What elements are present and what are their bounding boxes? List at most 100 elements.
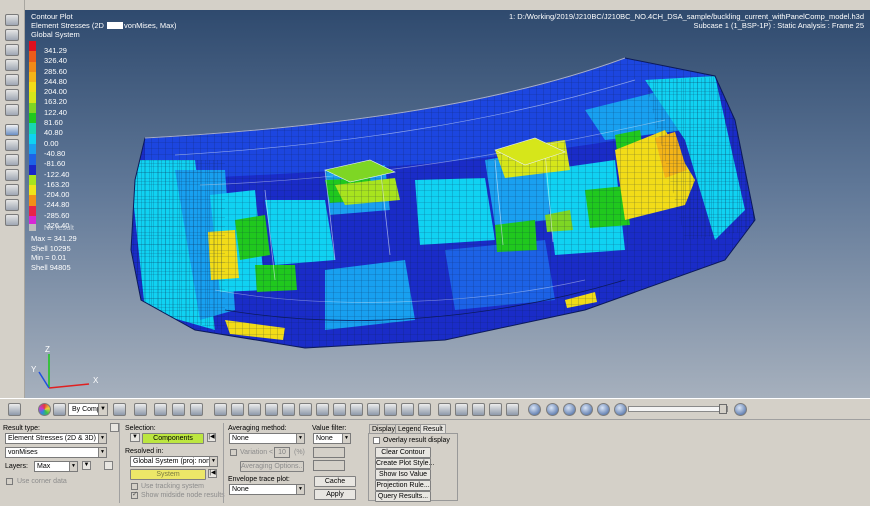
contour-tool-icon[interactable] <box>8 403 21 416</box>
legend-swatch <box>29 51 36 62</box>
resolved-in-select[interactable]: Global System (proj: none) ▼ <box>130 456 218 467</box>
legend-value: -40.80 <box>44 148 66 158</box>
query-results-button[interactable]: Query Results... <box>375 491 431 502</box>
mesh-mode-icon[interactable] <box>113 403 126 416</box>
result-browser-icon[interactable] <box>489 403 502 416</box>
model-info-icon[interactable] <box>472 403 485 416</box>
tracking-icon[interactable] <box>350 403 363 416</box>
component-display-select[interactable]: By Comp ▼ <box>68 403 108 416</box>
vector-plot-icon[interactable] <box>265 403 278 416</box>
selection-mode-dropdown[interactable]: ▼ <box>130 433 140 442</box>
display-monitor-icon[interactable] <box>5 104 19 116</box>
overlay-result-label: Overlay result display <box>383 437 450 444</box>
chevron-down-icon: ▼ <box>98 404 107 415</box>
iso-value-icon[interactable] <box>299 403 312 416</box>
load-results-icon[interactable] <box>5 29 19 41</box>
print-icon[interactable] <box>5 59 19 71</box>
value-filter-select[interactable]: None ▼ <box>313 433 351 444</box>
view-controls-icon[interactable] <box>5 124 19 136</box>
find-entity-icon[interactable] <box>5 214 19 226</box>
animation-settings-icon[interactable] <box>734 403 747 416</box>
averaging-method-select[interactable]: None ▼ <box>229 433 305 444</box>
reset-selection-icon[interactable]: |◀ <box>207 433 216 442</box>
display-mode-icon[interactable] <box>53 403 66 416</box>
eye-visibility-icon[interactable] <box>5 139 19 151</box>
system-button[interactable]: System <box>130 469 206 480</box>
no-result-swatch <box>29 224 36 231</box>
variation-checkbox[interactable] <box>230 449 237 456</box>
show-iso-value-button[interactable]: Show Iso Value <box>375 469 431 480</box>
measure-icon[interactable] <box>333 403 346 416</box>
graphics-viewport[interactable]: Contour Plot Element Stresses (2D vonMis… <box>25 10 870 398</box>
use-tracking-system-checkbox[interactable] <box>131 483 138 490</box>
settings-icon[interactable] <box>506 403 519 416</box>
reset-system-icon[interactable]: |◀ <box>208 469 217 478</box>
use-corner-data-checkbox[interactable] <box>6 478 13 485</box>
components-button[interactable]: Components <box>142 433 204 444</box>
chevron-down-icon: ▼ <box>296 434 304 443</box>
rewind-icon[interactable] <box>546 403 559 416</box>
value-filter-min-input[interactable] <box>313 447 345 458</box>
section-cut-icon[interactable] <box>316 403 329 416</box>
record-animation-icon[interactable] <box>5 89 19 101</box>
notes-panel-icon[interactable] <box>455 403 468 416</box>
tensor-plot-icon[interactable] <box>282 403 295 416</box>
layer-options-icon[interactable] <box>104 461 113 470</box>
use-tracking-system-label: Use tracking system <box>141 483 205 490</box>
axis-triad[interactable]: Z X Y <box>29 340 109 398</box>
derived-results-icon[interactable] <box>418 403 431 416</box>
plot-result-line: Element Stresses (2D vonMises, Max) <box>31 21 177 30</box>
capture-image-icon[interactable] <box>5 74 19 86</box>
resolved-in-label: Resolved in: <box>125 448 164 455</box>
chevron-down-icon: ▼ <box>296 485 304 494</box>
query-icon[interactable] <box>384 403 397 416</box>
projection-rule-button[interactable]: Projection Rule... <box>375 480 431 491</box>
subcase-info: Subcase 1 (1_BSP-1P) : Static Analysis :… <box>693 21 865 30</box>
step-back-icon[interactable] <box>563 403 576 416</box>
reverse-display-icon[interactable] <box>5 184 19 196</box>
mask-icon[interactable] <box>5 169 19 181</box>
fe-model-contour[interactable] <box>25 10 870 398</box>
feature-lines-icon[interactable] <box>154 403 167 416</box>
save-session-icon[interactable] <box>5 44 19 56</box>
open-model-icon[interactable] <box>5 14 19 26</box>
build-plots-icon[interactable] <box>438 403 451 416</box>
legend-swatch <box>29 185 36 196</box>
averaging-options-button[interactable]: Averaging Options... <box>240 461 304 472</box>
animation-slider-thumb[interactable] <box>719 404 727 414</box>
hotspot-icon[interactable] <box>401 403 414 416</box>
cache-button[interactable]: Cache <box>314 476 356 487</box>
create-plot-style-button[interactable]: Create Plot Style... <box>375 458 434 469</box>
contour-panel-icon[interactable] <box>214 403 227 416</box>
filter-icon[interactable]: ▼ <box>82 461 91 470</box>
isolate-icon[interactable] <box>5 154 19 166</box>
transparency-icon[interactable] <box>172 403 185 416</box>
step-forward-icon[interactable] <box>597 403 610 416</box>
animation-slider[interactable] <box>628 404 728 414</box>
color-contour-icon[interactable] <box>38 403 51 416</box>
fast-forward-icon[interactable] <box>614 403 627 416</box>
animation-start-icon[interactable] <box>528 403 541 416</box>
legend-value: 285.60 <box>44 66 67 76</box>
legend-value: 81.60 <box>44 118 63 128</box>
result-type-select[interactable]: Element Stresses (2D & 3D) (t) ▼ <box>5 433 107 444</box>
legend-value: -163.20 <box>44 179 70 189</box>
show-all-icon[interactable] <box>5 199 19 211</box>
legend-swatch <box>29 92 36 103</box>
variation-input[interactable]: 10 <box>274 447 290 458</box>
clear-contour-button[interactable]: Clear Contour <box>375 447 431 458</box>
play-icon[interactable] <box>580 403 593 416</box>
element-color-icon[interactable] <box>190 403 203 416</box>
result-component-select[interactable]: vonMises ▼ <box>5 447 107 458</box>
expand-panel-icon[interactable] <box>110 423 119 432</box>
legend-icon[interactable] <box>231 403 244 416</box>
note-icon[interactable] <box>367 403 380 416</box>
layers-select[interactable]: Max ▼ <box>34 461 78 472</box>
deformed-shape-icon[interactable] <box>248 403 261 416</box>
overlay-result-checkbox[interactable] <box>373 437 380 444</box>
shaded-mode-icon[interactable] <box>134 403 147 416</box>
value-filter-max-input[interactable] <box>313 460 345 471</box>
show-midside-checkbox[interactable] <box>131 490 138 499</box>
envelope-trace-select[interactable]: None ▼ <box>229 484 305 495</box>
apply-button[interactable]: Apply <box>314 489 356 500</box>
